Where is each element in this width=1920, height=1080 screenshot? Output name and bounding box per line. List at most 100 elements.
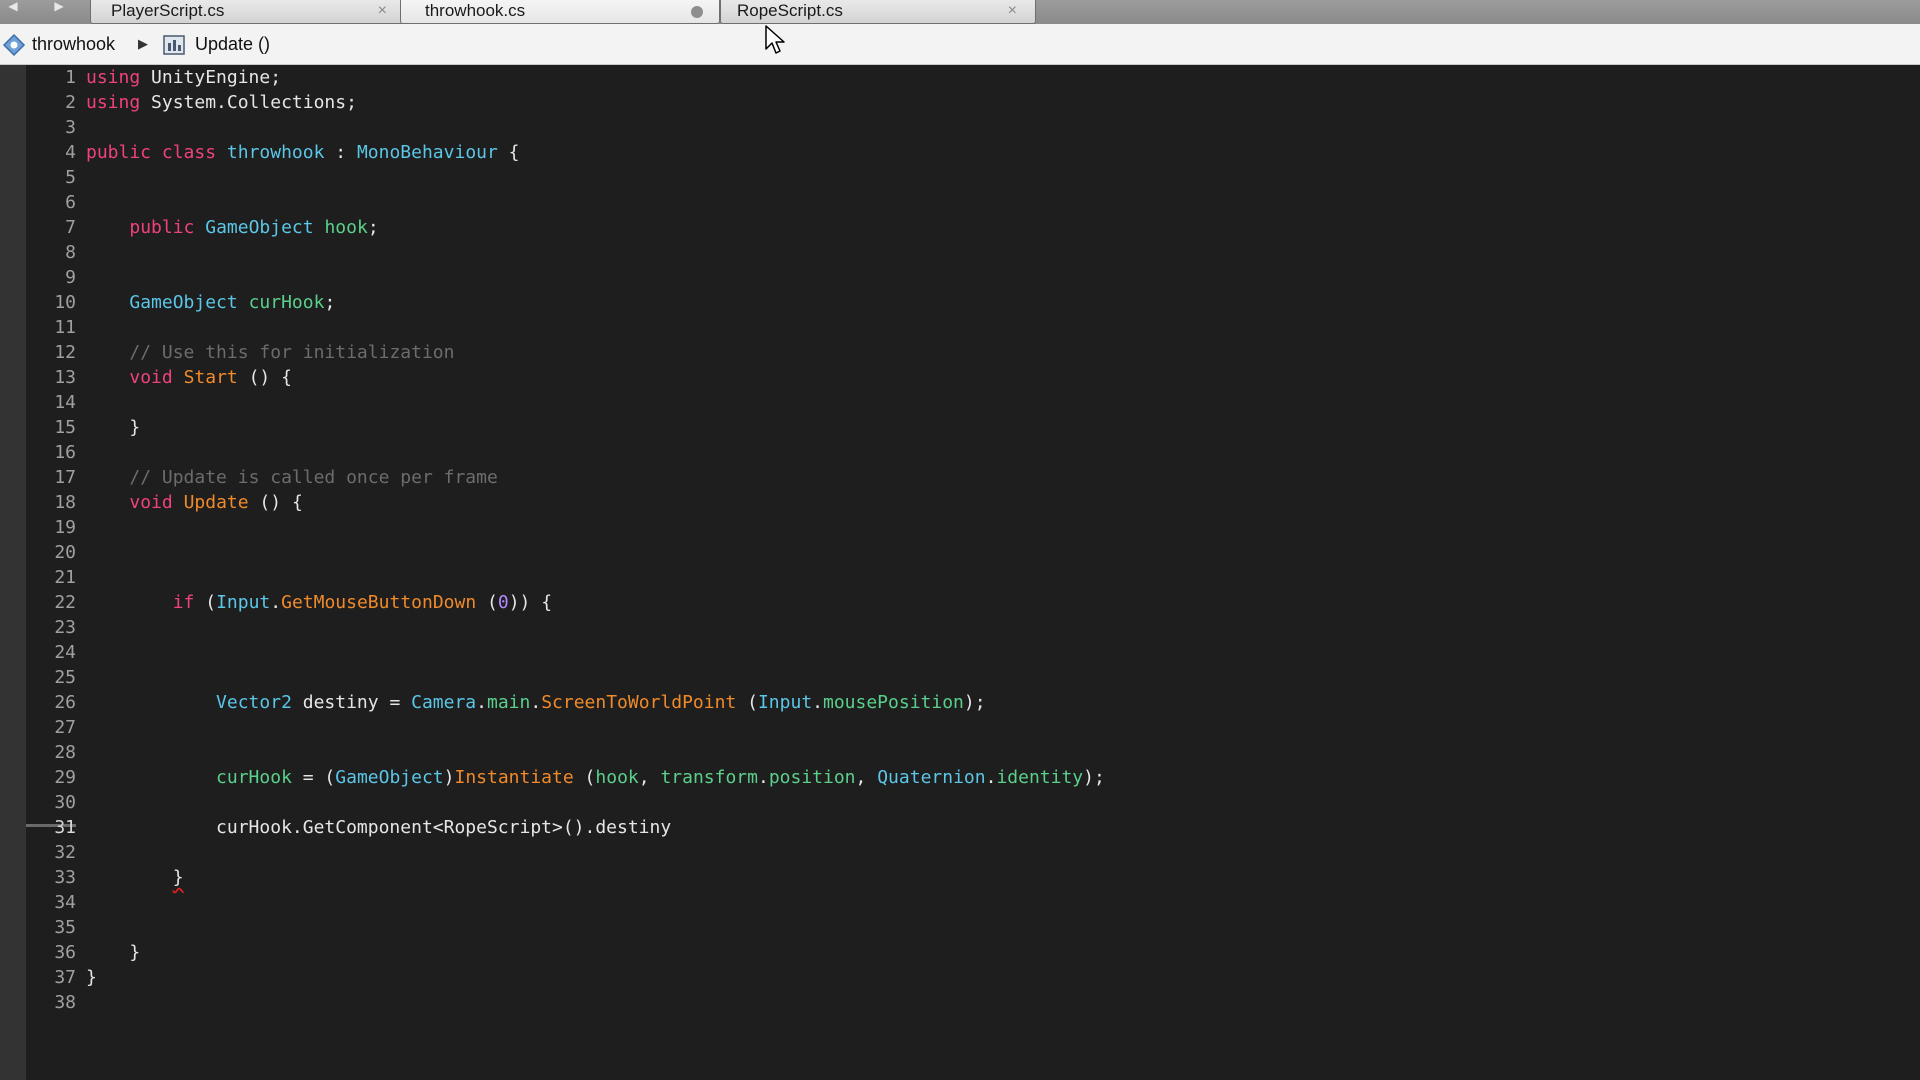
code-token: curHook (216, 767, 292, 788)
code-token: . (270, 592, 282, 613)
code-text[interactable]: } (86, 415, 140, 440)
code-token: hook (324, 217, 368, 238)
tab-label: RopeScript.cs (737, 1, 843, 20)
code-token: public (129, 217, 195, 238)
method-icon (163, 35, 185, 55)
code-token: ( (194, 592, 217, 613)
code-token: . (476, 692, 487, 713)
breadcrumb-class[interactable]: throwhook (32, 32, 115, 56)
code-token: , (638, 767, 661, 788)
line-number: 12 (54, 342, 76, 363)
tab-playerscript[interactable]: PlayerScript.cs × (90, 0, 406, 24)
code-text[interactable]: // Update is called once per frame (86, 465, 498, 490)
code-text[interactable]: } (86, 965, 97, 990)
line-number: 35 (54, 917, 76, 938)
line-number: 14 (54, 392, 76, 413)
code-text[interactable]: Vector2 destiny = Camera.main.ScreenToWo… (86, 690, 986, 715)
breadcrumb: throwhook ▶ Update () (0, 24, 1920, 65)
class-icon (2, 33, 26, 57)
code-token: ( (736, 692, 758, 713)
code-text[interactable]: } (86, 865, 184, 890)
back-arrow-icon[interactable]: ◀ (0, 0, 26, 12)
code-token: GameObject (129, 292, 238, 313)
line-number: 34 (54, 892, 76, 913)
code-token: Input (216, 592, 271, 613)
code-token: System.Collections; (140, 92, 357, 113)
tab-bar: ◀ ▶ PlayerScript.cs × throwhook.cs RopeS… (0, 0, 1920, 24)
tab-label: PlayerScript.cs (111, 1, 225, 20)
code-token: hook (595, 767, 639, 788)
code-text[interactable]: void Update () { (86, 490, 303, 515)
code-text[interactable]: curHook = (GameObject)Instantiate (hook,… (86, 765, 1105, 790)
code-token: // Use this for initialization (129, 342, 455, 363)
line-number: 29 (54, 767, 76, 788)
code-token: ); (1083, 767, 1105, 788)
forward-arrow-icon[interactable]: ▶ (46, 0, 72, 12)
code-text[interactable]: public class throwhook : MonoBehaviour { (86, 140, 520, 165)
code-text[interactable]: // Use this for initialization (86, 340, 454, 365)
code-token: void (129, 492, 173, 513)
code-token: if (172, 592, 195, 613)
code-token: () { (248, 492, 303, 513)
code-token: mousePosition (823, 692, 964, 713)
code-token: GameObject (205, 217, 314, 238)
code-text[interactable]: using System.Collections; (86, 90, 357, 115)
code-token: identity (996, 767, 1084, 788)
code-token: ; (324, 292, 336, 313)
code-token: 0 (497, 592, 509, 613)
line-number: 32 (54, 842, 76, 863)
tab-ropescript[interactable]: RopeScript.cs × (720, 0, 1036, 24)
close-icon[interactable]: × (378, 1, 387, 21)
line-number: 20 (54, 542, 76, 563)
code-text[interactable]: GameObject curHook; (86, 290, 335, 315)
line-number: 11 (54, 317, 76, 338)
line-number: 31 (54, 817, 76, 838)
code-text[interactable]: } (86, 940, 140, 965)
line-number: 15 (54, 417, 76, 438)
line-number: 28 (54, 742, 76, 763)
line-number: 17 (54, 467, 76, 488)
code-token: } (86, 942, 141, 963)
line-number: 8 (65, 242, 76, 263)
code-token: // Update is called once per frame (129, 467, 498, 488)
close-icon[interactable]: × (1008, 1, 1017, 21)
code-text[interactable]: void Start () { (86, 365, 292, 390)
code-text[interactable]: if (Input.GetMouseButtonDown (0)) { (86, 590, 552, 615)
code-token: . (757, 767, 769, 788)
code-token: Update (183, 492, 249, 513)
breadcrumb-method[interactable]: Update () (195, 32, 270, 56)
code-token: main (487, 692, 531, 713)
code-token: () { (237, 367, 292, 388)
tab-label: throwhook.cs (425, 1, 526, 20)
code-editor[interactable]: 1 using UnityEngine; 2 using System.Collect… (0, 65, 1920, 1080)
code-token: position (768, 767, 856, 788)
code-token: } (86, 417, 141, 438)
code-text[interactable]: curHook.GetComponent<RopeScript>().desti… (86, 815, 671, 840)
code-text[interactable]: public GameObject hook; (86, 215, 378, 240)
code-token: GameObject (335, 767, 444, 788)
code-token: , (855, 767, 878, 788)
code-token: Start (183, 367, 238, 388)
code-token: } (86, 967, 97, 988)
line-number: 18 (54, 492, 76, 513)
unsaved-dot-icon[interactable] (691, 6, 703, 18)
code-token: { (497, 142, 520, 163)
tab-throwhook[interactable]: throwhook.cs (400, 0, 720, 24)
code-token: ( (573, 767, 596, 788)
code-token: ) (443, 767, 455, 788)
code-token: curHook (248, 292, 325, 313)
line-number: 22 (54, 592, 76, 613)
editor-margin (0, 65, 26, 1080)
line-number: 25 (54, 667, 76, 688)
code-text[interactable]: using UnityEngine; (86, 65, 281, 90)
line-number: 37 (54, 967, 76, 988)
code-token: . (530, 692, 542, 713)
